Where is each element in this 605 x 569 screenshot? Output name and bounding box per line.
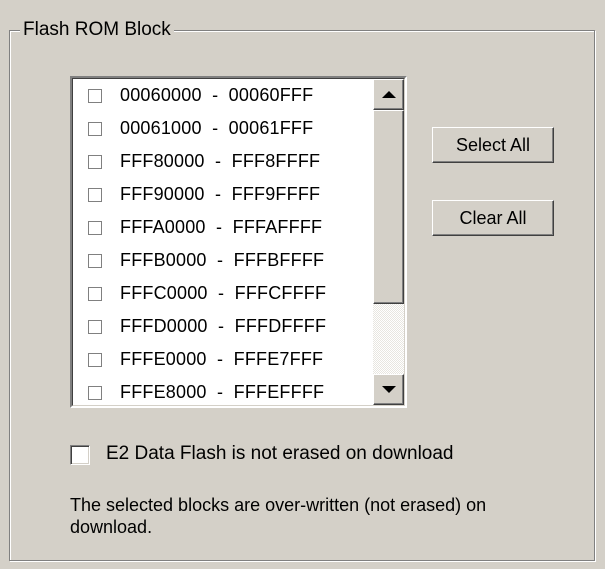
group-title: Flash ROM Block <box>20 18 174 42</box>
block-range-label: FFF90000 - FFF9FFFF <box>120 184 321 204</box>
list-item[interactable]: FFFA0000 - FFFAFFFF <box>73 211 367 244</box>
vertical-scrollbar[interactable] <box>373 79 404 405</box>
list-item[interactable]: FFFC0000 - FFFCFFFF <box>73 277 367 310</box>
block-listbox[interactable]: 00060000 - 00060FFF 00061000 - 00061FFF … <box>70 76 407 408</box>
block-range-label: FFFC0000 - FFFCFFFF <box>120 283 327 303</box>
block-range-label: FFFE0000 - FFFE7FFF <box>120 349 324 369</box>
scroll-down-button[interactable] <box>373 374 404 405</box>
select-all-button[interactable]: Select All <box>432 127 554 163</box>
arrow-up-icon <box>382 91 396 98</box>
list-item[interactable]: FFF80000 - FFF8FFFF <box>73 145 367 178</box>
list-item[interactable]: 00060000 - 00060FFF <box>73 79 367 112</box>
checkbox-icon[interactable] <box>88 352 102 367</box>
checkbox-icon[interactable] <box>88 385 102 400</box>
e2-flash-label[interactable]: E2 Data Flash is not erased on download <box>106 441 454 467</box>
scroll-up-button[interactable] <box>373 79 404 110</box>
block-range-label: FFF80000 - FFF8FFFF <box>120 151 321 171</box>
arrow-down-icon <box>382 386 396 393</box>
block-range-label: FFFB0000 - FFFBFFFF <box>120 250 325 270</box>
list-item[interactable]: FFFB0000 - FFFBFFFF <box>73 244 367 277</box>
checkbox-icon[interactable] <box>88 286 102 301</box>
list-item[interactable]: FFFD0000 - FFFDFFFF <box>73 310 367 343</box>
checkbox-icon[interactable] <box>88 220 102 235</box>
e2-flash-checkbox[interactable] <box>70 445 90 465</box>
block-range-label: FFFE8000 - FFFEFFFF <box>120 382 325 402</box>
list-item[interactable]: FFFE0000 - FFFE7FFF <box>73 343 367 376</box>
clear-all-button[interactable]: Clear All <box>432 200 554 236</box>
checkbox-icon[interactable] <box>88 121 102 136</box>
checkbox-icon[interactable] <box>88 253 102 268</box>
block-range-label: 00060000 - 00060FFF <box>120 85 314 105</box>
block-list: 00060000 - 00060FFF 00061000 - 00061FFF … <box>73 79 367 405</box>
checkbox-icon[interactable] <box>88 319 102 334</box>
checkbox-icon[interactable] <box>88 154 102 169</box>
scroll-thumb[interactable] <box>373 110 404 304</box>
checkbox-icon[interactable] <box>88 187 102 202</box>
listbox-frame: 00060000 - 00060FFF 00061000 - 00061FFF … <box>72 78 405 406</box>
info-note: The selected blocks are over-written (no… <box>70 495 487 537</box>
list-item[interactable]: FFF90000 - FFF9FFFF <box>73 178 367 211</box>
block-range-label: 00061000 - 00061FFF <box>120 118 314 138</box>
list-item[interactable]: FFFE8000 - FFFEFFFF <box>73 376 367 405</box>
list-item[interactable]: 00061000 - 00061FFF <box>73 112 367 145</box>
block-range-label: FFFA0000 - FFFAFFFF <box>120 217 323 237</box>
checkbox-icon[interactable] <box>88 88 102 103</box>
block-range-label: FFFD0000 - FFFDFFFF <box>120 316 327 336</box>
